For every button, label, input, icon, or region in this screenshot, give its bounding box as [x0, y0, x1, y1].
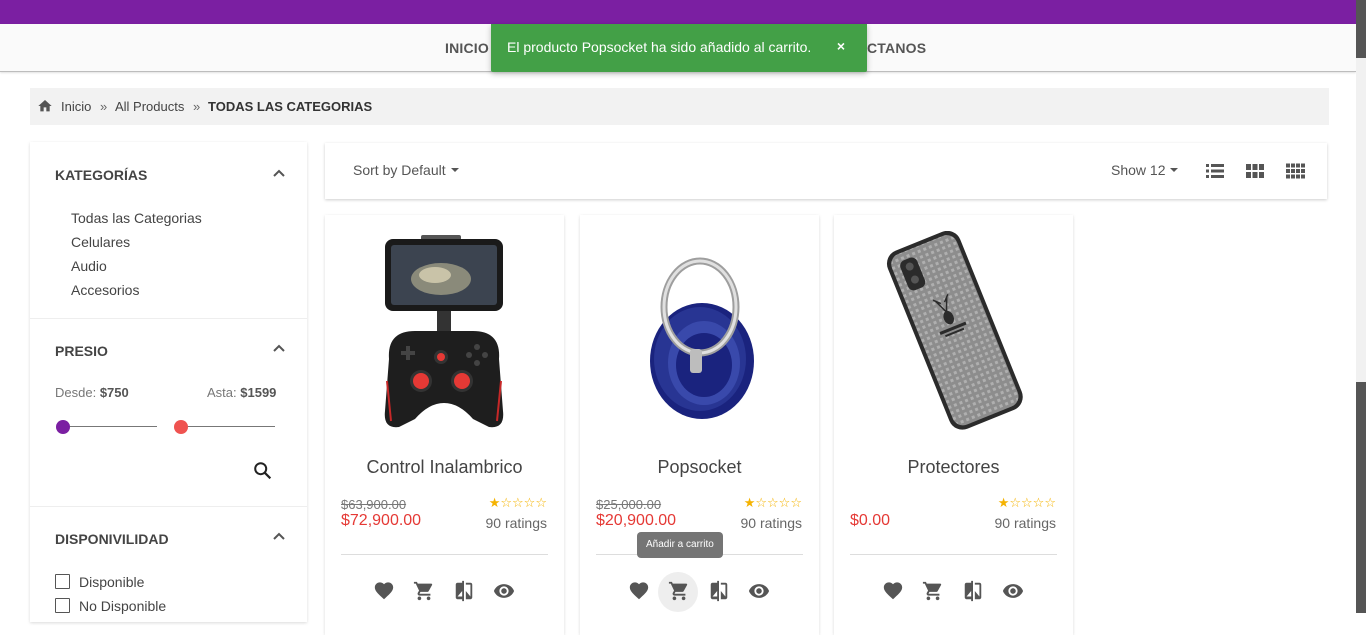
- eye-icon[interactable]: [748, 580, 770, 602]
- rating-stars: ★☆☆☆☆: [743, 495, 802, 510]
- product-old-price: $63,900.00: [341, 497, 407, 512]
- compare-icon[interactable]: [453, 580, 475, 602]
- add-to-cart-tooltip: Añadir a carrito: [637, 532, 723, 558]
- chevron-up-icon[interactable]: [272, 343, 286, 353]
- products-toolbar: Sort by Default Show 12: [325, 143, 1327, 199]
- breadcrumb-separator: »: [100, 99, 108, 114]
- product-image-game-controller[interactable]: [369, 231, 519, 431]
- card-divider: [341, 554, 548, 555]
- price-to-label: Asta: $1599: [207, 385, 277, 400]
- category-item[interactable]: Audio: [71, 258, 107, 274]
- price-from-value: $750: [99, 385, 129, 400]
- category-item[interactable]: Celulares: [71, 234, 130, 250]
- product-price: $20,900.00: [596, 512, 677, 529]
- caret-down-icon: [1170, 168, 1179, 172]
- cart-toast-notification: El producto Popsocket ha sido añadido al…: [491, 24, 867, 72]
- product-card[interactable]: Protectores $0.00 ★☆☆☆☆ 90 ratings: [834, 215, 1073, 635]
- rating-stars: ★☆☆☆☆: [488, 495, 547, 510]
- grid-view-icon[interactable]: [1246, 163, 1264, 179]
- price-to-value: $1599: [240, 385, 277, 400]
- product-name[interactable]: Control Inalambrico: [325, 457, 564, 478]
- cart-icon[interactable]: [668, 580, 690, 602]
- product-image-popsocket[interactable]: [624, 231, 774, 431]
- product-card[interactable]: Popsocket $25,000.00 $20,900.00 ★☆☆☆☆ 90…: [580, 215, 819, 635]
- product-price: $72,900.00: [341, 512, 422, 529]
- compact-grid-view-icon[interactable]: [1286, 163, 1305, 179]
- breadcrumb-item-inicio[interactable]: Inicio: [61, 99, 91, 114]
- ratings-count: 90 ratings: [740, 515, 802, 531]
- eye-icon[interactable]: [1002, 580, 1024, 602]
- show-count-dropdown[interactable]: Show 12: [1111, 162, 1179, 178]
- availability-option-no-disponible[interactable]: No Disponible: [55, 598, 166, 614]
- heart-icon[interactable]: [882, 580, 904, 602]
- product-card[interactable]: Control Inalambrico $63,900.00 $72,900.0…: [325, 215, 564, 635]
- price-min-slider-knob[interactable]: [56, 420, 70, 434]
- checkbox[interactable]: [55, 598, 70, 613]
- toast-close-button[interactable]: ×: [837, 38, 845, 54]
- card-divider: [850, 554, 1057, 555]
- breadcrumb-item-current: TODAS LAS CATEGORIAS: [208, 99, 373, 114]
- nav-link-contactanos[interactable]: CTANOS: [867, 40, 926, 56]
- breadcrumb-separator: »: [193, 99, 201, 114]
- page-scrollbar[interactable]: [1356, 0, 1366, 613]
- scrollbar-thumb[interactable]: [1356, 382, 1366, 613]
- ratings-count: 90 ratings: [485, 515, 547, 531]
- cart-icon[interactable]: [922, 580, 944, 602]
- category-item[interactable]: Accesorios: [71, 282, 139, 298]
- list-view-icon[interactable]: [1206, 163, 1224, 179]
- ratings-count: 90 ratings: [994, 515, 1056, 531]
- availability-option-disponible[interactable]: Disponible: [55, 574, 144, 590]
- product-image-phone-case[interactable]: [878, 231, 1028, 431]
- eye-icon[interactable]: [493, 580, 515, 602]
- compare-icon[interactable]: [708, 580, 730, 602]
- heart-icon[interactable]: [373, 580, 395, 602]
- product-name[interactable]: Popsocket: [580, 457, 819, 478]
- price-heading: PRESIO: [55, 343, 108, 359]
- price-max-slider-knob[interactable]: [174, 420, 188, 434]
- breadcrumb-item-all-products[interactable]: All Products: [115, 99, 184, 114]
- search-icon[interactable]: [252, 460, 274, 482]
- toast-message: El producto Popsocket ha sido añadido al…: [507, 39, 812, 55]
- availability-heading: DISPONIVILIDAD: [55, 531, 169, 547]
- rating-stars: ★☆☆☆☆: [997, 495, 1056, 510]
- price-from-label: Desde: $750: [55, 385, 129, 400]
- filter-sidebar: KATEGORÍAS Todas las Categorias Celulare…: [30, 142, 307, 622]
- product-price: $0.00: [850, 512, 891, 529]
- product-name[interactable]: Protectores: [834, 457, 1073, 478]
- caret-down-icon: [450, 168, 459, 172]
- categories-heading: KATEGORÍAS: [55, 167, 148, 183]
- sort-dropdown[interactable]: Sort by Default: [353, 162, 459, 178]
- chevron-up-icon[interactable]: [272, 531, 286, 541]
- checkbox[interactable]: [55, 574, 70, 589]
- sidebar-divider: [30, 506, 307, 507]
- scrollbar-top-segment: [1356, 0, 1366, 58]
- price-max-slider-track[interactable]: [181, 426, 275, 427]
- category-item[interactable]: Todas las Categorias: [71, 210, 202, 226]
- price-min-slider-track[interactable]: [63, 426, 157, 427]
- sidebar-divider: [30, 318, 307, 319]
- home-icon[interactable]: [37, 98, 53, 117]
- chevron-up-icon[interactable]: [272, 168, 286, 178]
- breadcrumb: Inicio » All Products » TODAS LAS CATEGO…: [30, 88, 1329, 125]
- product-old-price: $25,000.00: [596, 497, 662, 512]
- heart-icon[interactable]: [628, 580, 650, 602]
- top-brand-bar: [0, 0, 1356, 24]
- cart-icon[interactable]: [413, 580, 435, 602]
- nav-link-inicio[interactable]: INICIO: [445, 40, 489, 56]
- compare-icon[interactable]: [962, 580, 984, 602]
